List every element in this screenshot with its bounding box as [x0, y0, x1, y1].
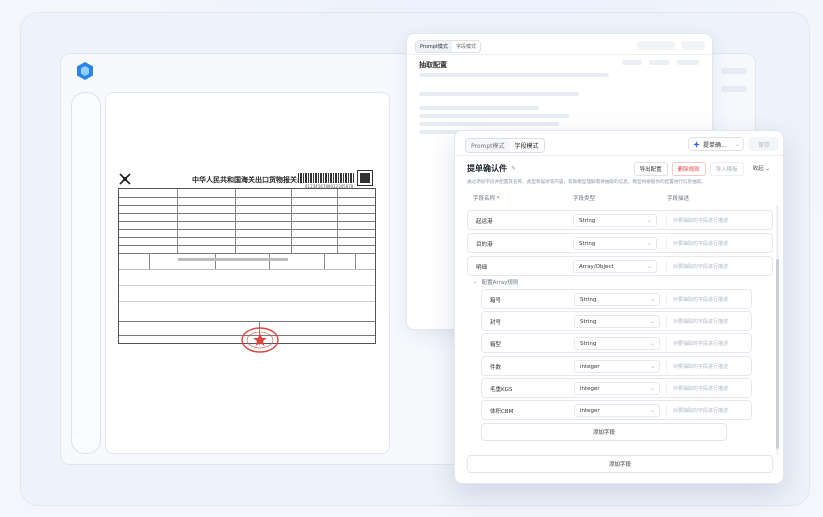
field-window-topbar: Prompt模式 字段模式 提单确... ⌄ 保存 [455, 131, 783, 155]
customs-emblem-icon [119, 173, 131, 185]
sub-field-name[interactable]: 封号 [490, 318, 501, 326]
declaration-table [118, 188, 376, 345]
column-header-type: 字段类型 [573, 196, 596, 202]
chevron-down-icon: ⌄ [646, 263, 652, 270]
back-prompt-placeholder [419, 122, 559, 126]
tab-field-mode[interactable]: 字段模式 [509, 139, 544, 152]
sub-field-row: 封号 String ⌄ 对要抽取的字段进行描述 [481, 311, 752, 331]
chevron-down-icon: ⌄ [646, 240, 652, 247]
sub-field-type-select[interactable]: integer ⌄ [574, 360, 660, 373]
chevron-down-icon: ⌄ [734, 140, 740, 148]
app-toolbar-placeholder [721, 68, 747, 74]
sub-field-row: 箱型 String ⌄ 对要抽取的字段进行描述 [481, 333, 752, 353]
chevron-down-icon: ⌄ [649, 340, 655, 347]
field-desc-input[interactable]: 对要抽取的字段进行描述 [666, 214, 770, 227]
back-action-placeholder [622, 60, 642, 65]
column-header-desc: 字段描述 [667, 196, 690, 202]
sub-field-type-select[interactable]: integer ⌄ [574, 404, 660, 417]
chevron-down-icon: ⌄ [649, 318, 655, 325]
import-template-button[interactable]: 导入模板 [709, 162, 744, 176]
edit-pencil-icon[interactable]: ✎ [511, 165, 516, 172]
sub-field-desc-input[interactable]: 对要抽取的字段进行描述 [666, 337, 750, 350]
delete-rule-button[interactable]: 删除规则 [671, 162, 706, 176]
model-select-value: 提单确... [703, 141, 727, 149]
array-rule-toggle[interactable]: ⌄ 配置Array规则 [473, 278, 518, 286]
sub-field-type-select[interactable]: integer ⌄ [574, 382, 660, 395]
sub-field-row: 毛重KGS integer ⌄ 对要抽取的字段进行描述 [481, 378, 752, 398]
chevron-down-icon: ⌄ [649, 296, 655, 303]
chevron-down-icon: ⌄ [646, 217, 652, 224]
field-desc-input[interactable]: 对要抽取的字段进行描述 [666, 260, 770, 273]
form-goods-line [178, 258, 288, 261]
rule-title: 提单确认件 [467, 164, 507, 173]
sub-field-desc-input[interactable]: 对要抽取的字段进行描述 [666, 404, 750, 417]
sub-field-name[interactable]: 件数 [490, 363, 501, 371]
official-stamp-icon [241, 327, 279, 353]
sparkle-icon [693, 140, 700, 148]
chevron-down-icon: ⌄ [473, 279, 478, 285]
mode-tabs: Prompt模式 字段模式 [465, 138, 545, 153]
sub-field-type-select[interactable]: String ⌄ [574, 293, 660, 306]
sub-field-name[interactable]: 毛重KGS [490, 385, 512, 393]
back-model-select[interactable] [637, 41, 675, 50]
sub-field-row: 箱号 String ⌄ 对要抽取的字段进行描述 [481, 289, 752, 309]
column-header-name: 字段名称 * [473, 196, 500, 202]
sidebar-rail[interactable] [71, 92, 101, 454]
sub-field-name[interactable]: 箱号 [490, 296, 501, 304]
back-description-placeholder [419, 73, 609, 77]
rule-description: 通过添加字段并配置其名称、类型和描述等内容，帮助模型理解需要抽取的信息。模型将根… [467, 180, 706, 185]
rule-actions: 导出配置 删除规则 导入模板 收起 ⌄ [633, 162, 775, 176]
field-name[interactable]: 起运港 [476, 217, 493, 225]
save-button[interactable]: 保存 [749, 137, 779, 151]
sub-field-type-select[interactable]: String ⌄ [574, 315, 660, 328]
sub-field-desc-input[interactable]: 对要抽取的字段进行描述 [666, 315, 750, 328]
barcode [298, 173, 354, 183]
sub-field-desc-input[interactable]: 对要抽取的字段进行描述 [666, 293, 750, 306]
field-type-select[interactable]: String ⌄ [573, 214, 657, 227]
sub-field-type-select[interactable]: String ⌄ [574, 337, 660, 350]
sub-field-row: 体积CBM integer ⌄ 对要抽取的字段进行描述 [481, 400, 752, 420]
scrollbar-thumb[interactable] [776, 259, 779, 449]
app-toolbar-placeholder [721, 86, 747, 92]
back-prompt-placeholder [419, 106, 539, 110]
sub-field-name[interactable]: 体积CBM [490, 407, 513, 415]
field-row: 目的港 String ⌄ 对要抽取的字段进行描述 [467, 233, 773, 253]
chevron-down-icon: ⌄ [649, 385, 655, 392]
collapse-button[interactable]: 收起 ⌄ [747, 162, 775, 176]
tab-prompt[interactable]: Prompt模式 [416, 41, 452, 52]
add-sub-field-button[interactable]: 添加字段 [481, 423, 727, 441]
back-action-placeholder [677, 60, 699, 65]
field-row: 起运港 String ⌄ 对要抽取的字段进行描述 [467, 210, 773, 230]
back-prompt-placeholder [419, 92, 579, 96]
tab-prompt-mode[interactable]: Prompt模式 [466, 139, 510, 152]
form-title: 中华人民共和国海关出口货物报关单 [192, 176, 304, 184]
field-desc-input[interactable]: 对要抽取的字段进行描述 [666, 237, 770, 250]
chevron-down-icon: ⌄ [649, 407, 655, 414]
rule-title-row: 提单确认件 ✎ [467, 163, 516, 174]
app-logo-icon [77, 62, 93, 80]
back-action-placeholder [649, 60, 669, 65]
chevron-down-icon: ⌄ [649, 363, 655, 370]
back-prompt-placeholder [419, 114, 569, 118]
field-config-window: Prompt模式 字段模式 提单确... ⌄ 保存 提单确认件 ✎ 导出配置 删… [454, 130, 784, 484]
sub-field-row: 件数 integer ⌄ 对要抽取的字段进行描述 [481, 356, 752, 376]
field-type-select[interactable]: String ⌄ [573, 237, 657, 250]
qr-code [357, 170, 373, 186]
chevron-down-icon: ⌄ [765, 166, 770, 172]
sub-field-desc-input[interactable]: 对要抽取的字段进行描述 [666, 382, 750, 395]
export-config-button[interactable]: 导出配置 [633, 162, 668, 176]
field-name[interactable]: 目的港 [476, 240, 493, 248]
sub-field-desc-input[interactable]: 对要抽取的字段进行描述 [666, 360, 750, 373]
field-row: 明细 Array/Object ⌄ 对要抽取的字段进行描述 [467, 256, 773, 276]
model-select[interactable]: 提单确... ⌄ [688, 137, 744, 151]
tab-fields[interactable]: 字段模式 [452, 41, 480, 52]
back-window-title: 抽取配置 [419, 61, 447, 69]
back-save-button[interactable] [681, 41, 705, 50]
field-type-select[interactable]: Array/Object ⌄ [573, 260, 657, 273]
add-field-button[interactable]: 添加字段 [467, 455, 773, 473]
prompt-mode-tabs: Prompt模式 字段模式 [415, 40, 481, 53]
field-name[interactable]: 明细 [476, 263, 487, 271]
sub-field-name[interactable]: 箱型 [490, 340, 501, 348]
